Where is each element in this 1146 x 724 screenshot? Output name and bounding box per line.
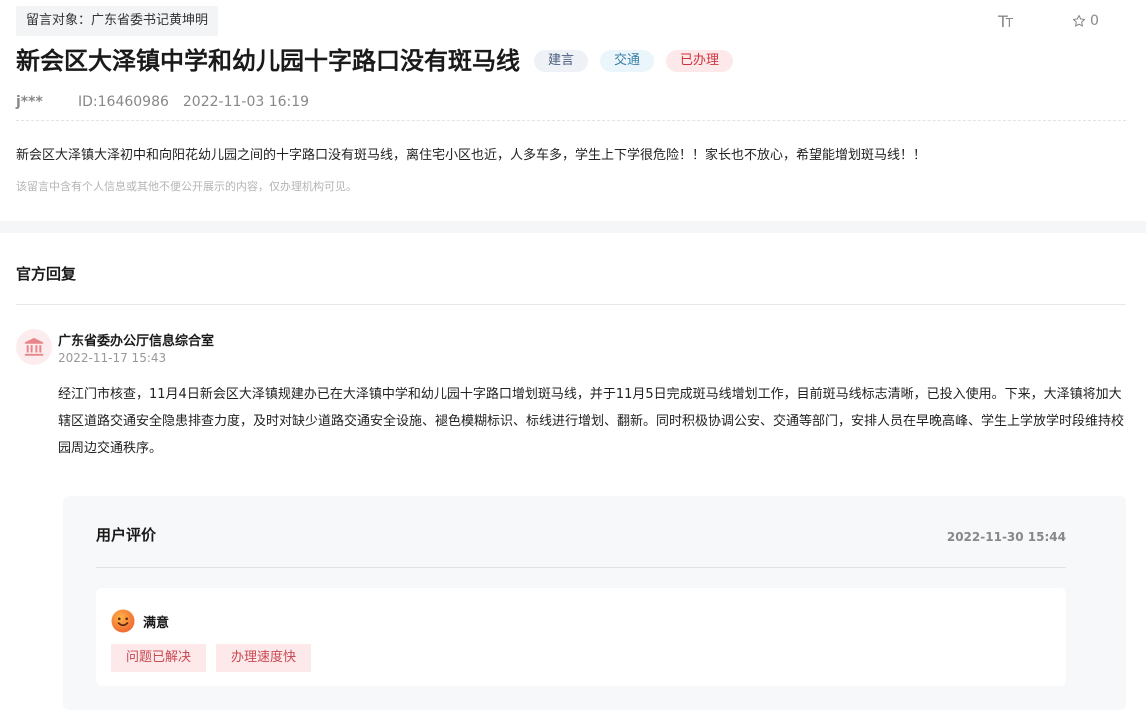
category-badge-traffic: 交通 <box>600 50 655 72</box>
evaluation-tag: 问题已解决 <box>111 644 207 672</box>
favorite-button[interactable]: 0 <box>1072 13 1099 29</box>
evaluation-tag: 办理速度快 <box>216 644 312 672</box>
message-target-tag: 留言对象：广东省委书记黄坤明 <box>16 6 219 36</box>
evaluation-title: 用户评价 <box>96 526 157 544</box>
satisfaction-label: 满意 <box>143 615 170 631</box>
category-badge-suggest: 建言 <box>534 50 589 72</box>
evaluation-date: 2022-11-30 15:44 <box>946 530 1066 544</box>
reply-body: 经江门市核查，11月4日新会区大泽镇规建办已在大泽镇中学和幼儿园十字路口增划斑马… <box>58 387 1125 456</box>
message-datetime: 2022-11-03 16:19 <box>182 94 310 110</box>
message-id: ID:16460986 <box>78 94 169 110</box>
message-content: 新会区大泽镇大泽初中和向阳花幼儿园之间的十字路口没有斑马线，离住宅小区也近，人多… <box>16 148 927 163</box>
favorite-count: 0 <box>1090 13 1099 29</box>
evaluation-tags: 问题已解决 办理速度快 <box>111 644 312 672</box>
satisfaction-row: 满意 <box>111 609 169 633</box>
government-building-icon <box>16 329 52 365</box>
divider <box>16 304 1126 305</box>
page-title: 新会区大泽镇中学和幼儿园十字路口没有斑马线 <box>16 47 520 75</box>
title-row: 新会区大泽镇中学和幼儿园十字路口没有斑马线 建言 交通 已办理 <box>16 44 745 78</box>
section-title-official-reply: 官方回复 <box>16 265 77 283</box>
user-evaluation-card: 用户评价 2022-11-30 15:44 满意 问题已解决 办理速度快 <box>63 496 1126 710</box>
reply-org-name: 广东省委办公厅信息综合室 <box>58 334 215 349</box>
privacy-note: 该留言中含有个人信息或其他不便公开展示的内容，仅办理机构可见。 <box>16 180 357 193</box>
smiley-icon <box>111 609 135 633</box>
divider <box>16 120 1126 121</box>
evaluation-detail: 满意 问题已解决 办理速度快 <box>96 588 1066 686</box>
reply-card: 官方回复 广东省委办公厅信息综合室 2022-11-17 15:43 经江门市核… <box>0 233 1146 724</box>
reply-time: 2022-11-17 15:43 <box>58 351 167 365</box>
text-size-icon[interactable]: TT <box>998 12 1013 31</box>
divider <box>96 567 1066 568</box>
message-card: 留言对象：广东省委书记黄坤明 TT 0 新会区大泽镇中学和幼儿园十字路口没有斑马… <box>0 0 1146 221</box>
message-meta: j*** ID:16460986 2022-11-03 16:19 <box>16 92 309 112</box>
star-icon <box>1072 14 1086 27</box>
status-badge: 已办理 <box>666 50 734 72</box>
author-name: j*** <box>16 94 43 110</box>
